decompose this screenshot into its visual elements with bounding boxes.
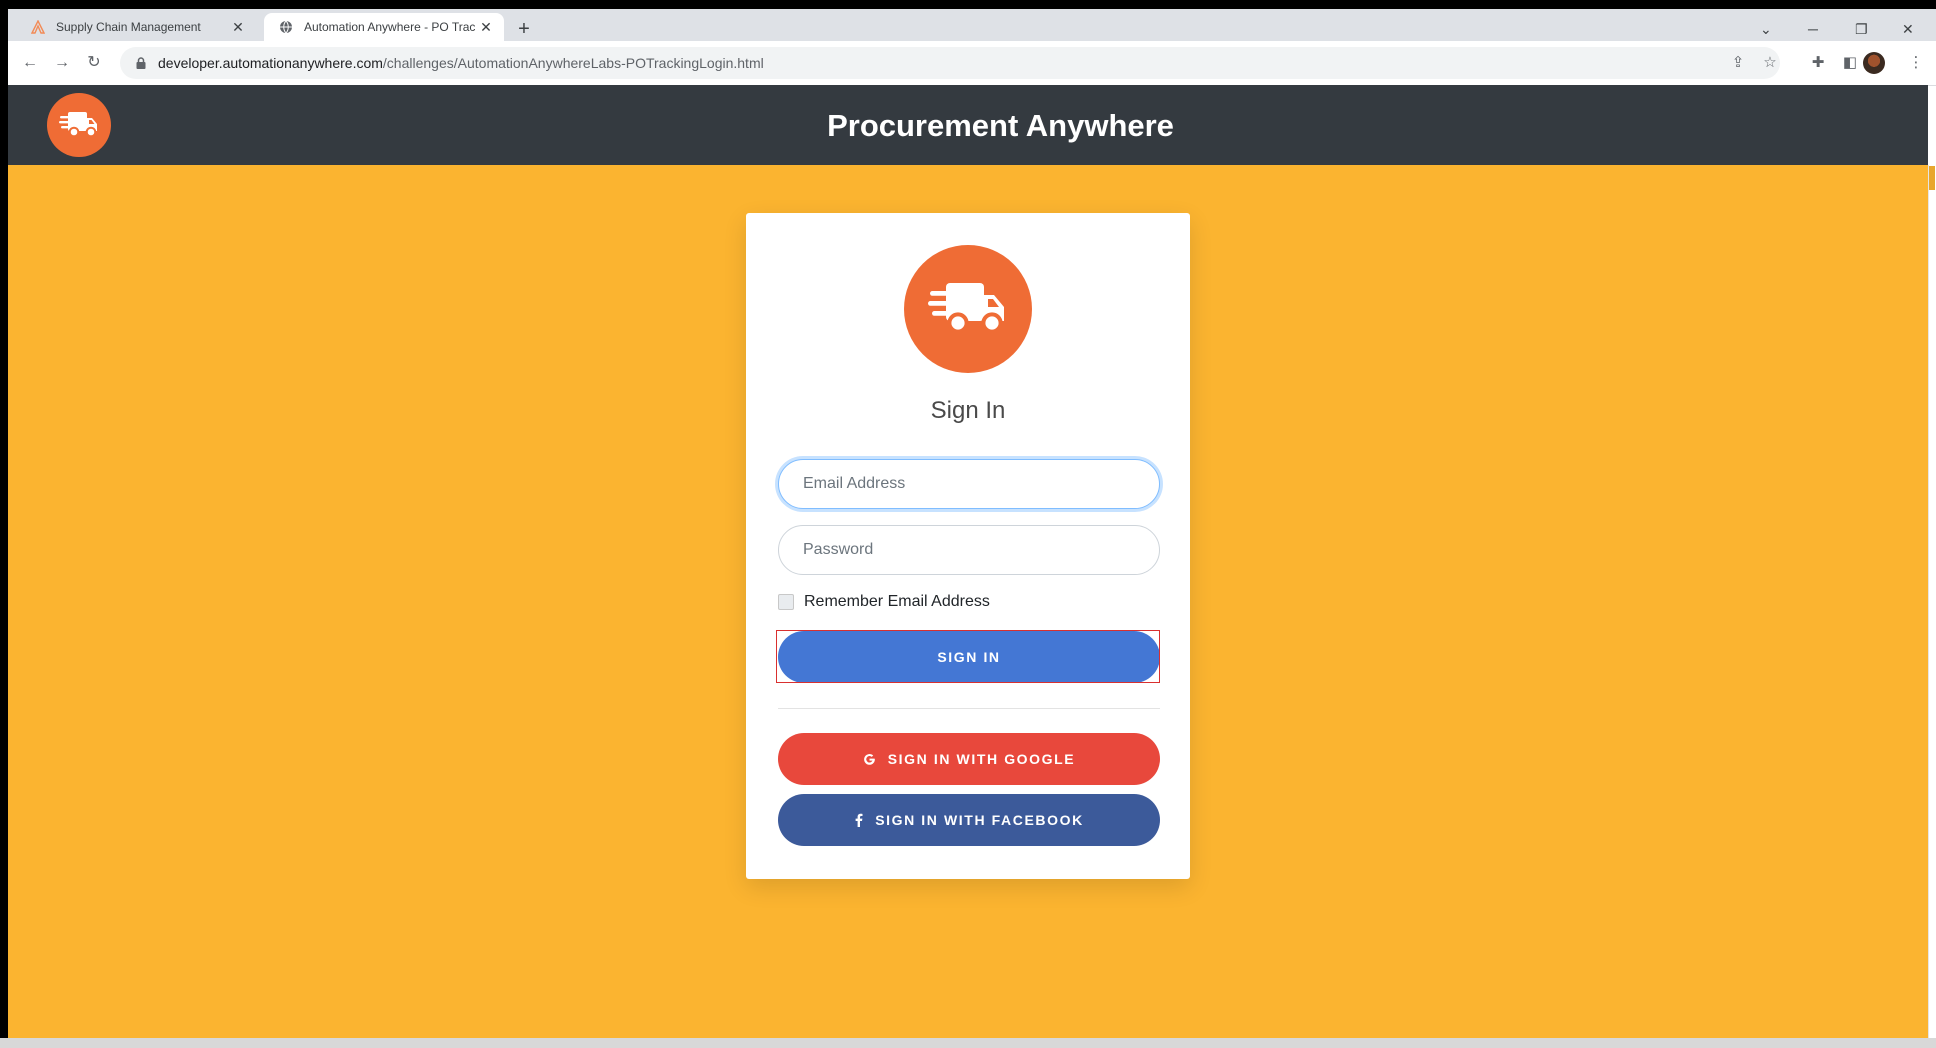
page-title: Procurement Anywhere [827,108,1174,143]
sign-in-heading: Sign In [930,397,1006,424]
sign-in-button-label: SIGN IN [937,649,1001,665]
tab-title: Automation Anywhere - PO Trac [304,20,476,34]
divider [778,708,1160,709]
sign-in-facebook-button[interactable]: SIGN IN WITH FACEBOOK [778,794,1160,846]
side-panel-icon[interactable]: ◧ [1840,53,1860,73]
window-frame-left [0,0,8,1048]
automation-anywhere-favicon-icon [30,19,46,35]
url-text: developer.automationanywhere.com/challen… [158,55,764,71]
reload-icon[interactable]: ↻ [84,53,104,73]
profile-avatar[interactable] [1863,52,1885,74]
google-icon [863,753,876,766]
password-input[interactable] [778,525,1160,575]
browser-tab-supply-chain[interactable]: Supply Chain Management ✕ [16,13,256,41]
share-icon[interactable]: ⇪ [1728,53,1748,73]
tab-search-chevron-icon[interactable]: ⌄ [1760,21,1772,38]
minimize-button[interactable]: ─ [1808,21,1818,37]
login-card: Sign In Remember Email Address SIGN IN S… [746,213,1190,879]
sign-in-google-label: SIGN IN WITH GOOGLE [887,751,1076,767]
lock-icon [136,57,146,69]
sign-in-button[interactable]: SIGN IN [778,631,1160,683]
url-host: developer.automationanywhere.com [158,55,383,71]
browser-tab-po-tracking[interactable]: Automation Anywhere - PO Trac ✕ [264,13,504,41]
window-frame-top [0,0,1936,9]
taskbar-edge [0,1038,1936,1048]
remember-email-row: Remember Email Address [778,593,990,611]
bookmark-star-icon[interactable]: ☆ [1760,53,1780,73]
restore-button[interactable]: ❐ [1855,21,1868,38]
browser-menu-icon[interactable]: ⋮ [1906,53,1926,73]
globe-icon [278,19,294,35]
scrollbar-track[interactable] [1928,165,1936,1038]
close-window-button[interactable]: ✕ [1902,21,1914,38]
address-bar[interactable]: developer.automationanywhere.com/challen… [120,47,1780,79]
facebook-icon [854,813,863,827]
scrollbar-thumb[interactable] [1929,166,1935,190]
remember-email-checkbox[interactable] [778,594,794,610]
forward-arrow-icon[interactable]: → [52,53,72,73]
tab-title: Supply Chain Management [56,20,201,34]
sign-in-google-button[interactable]: SIGN IN WITH GOOGLE [778,733,1160,785]
close-tab-icon[interactable]: ✕ [230,19,246,35]
browser-tab-strip: Supply Chain Management ✕ Automation Any… [8,9,1936,41]
close-tab-icon[interactable]: ✕ [478,19,494,35]
sign-in-facebook-label: SIGN IN WITH FACEBOOK [875,812,1084,828]
browser-toolbar: ← → ↻ developer.automationanywhere.com/c… [8,41,1936,86]
truck-fast-icon [904,245,1032,373]
app-header: Procurement Anywhere [8,85,1928,165]
extensions-puzzle-icon[interactable]: ✚ [1808,53,1828,73]
email-input[interactable] [778,459,1160,509]
url-path: /challenges/AutomationAnywhereLabs-POTra… [382,55,764,71]
new-tab-button[interactable]: + [514,19,534,39]
back-arrow-icon[interactable]: ← [20,53,40,73]
remember-email-label[interactable]: Remember Email Address [804,593,990,611]
